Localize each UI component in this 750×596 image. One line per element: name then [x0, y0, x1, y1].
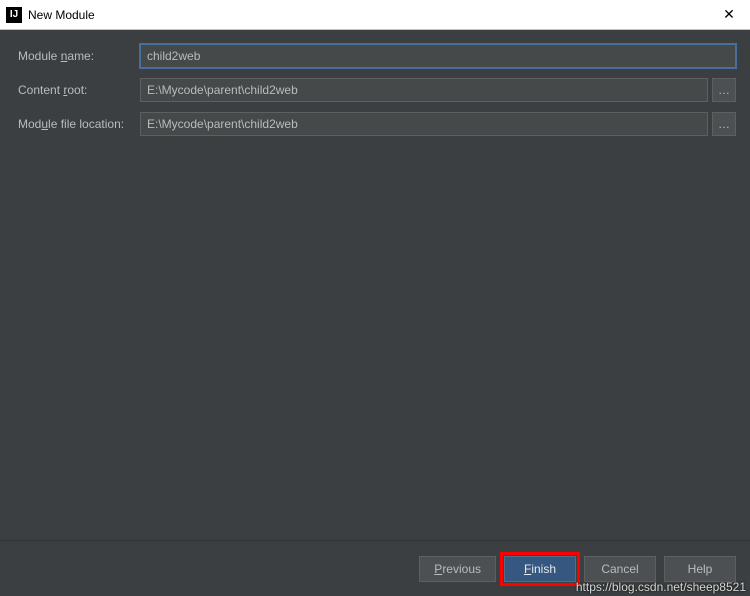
dialog-content: Module name: Content root: … Module file… — [0, 30, 750, 540]
content-root-row: Content root: … — [18, 78, 736, 102]
module-file-row: Module file location: … — [18, 112, 736, 136]
watermark-text: https://blog.csdn.net/sheep8521 — [576, 580, 746, 594]
finish-button[interactable]: Finish — [504, 556, 576, 582]
previous-button[interactable]: Previous — [419, 556, 496, 582]
app-icon: IJ — [6, 7, 22, 23]
content-root-browse-button[interactable]: … — [712, 78, 736, 102]
titlebar: IJ New Module ✕ — [0, 0, 750, 30]
help-button[interactable]: Help — [664, 556, 736, 582]
cancel-button[interactable]: Cancel — [584, 556, 656, 582]
module-file-input[interactable] — [140, 112, 708, 136]
module-file-browse-button[interactable]: … — [712, 112, 736, 136]
window-title: New Module — [28, 8, 95, 22]
close-button[interactable]: ✕ — [714, 1, 744, 29]
module-name-row: Module name: — [18, 44, 736, 68]
titlebar-left: IJ New Module — [6, 7, 95, 23]
module-name-input[interactable] — [140, 44, 736, 68]
content-root-input[interactable] — [140, 78, 708, 102]
module-name-label: Module name: — [18, 49, 140, 63]
content-root-label: Content root: — [18, 83, 140, 97]
module-file-label: Module file location: — [18, 117, 140, 131]
